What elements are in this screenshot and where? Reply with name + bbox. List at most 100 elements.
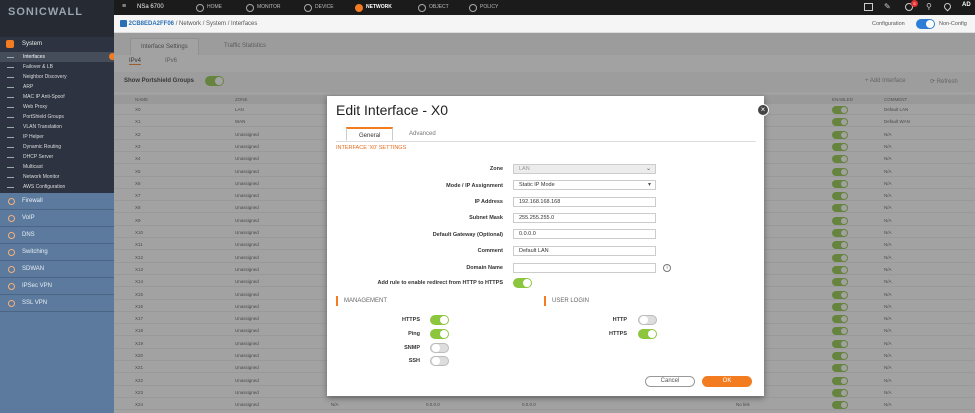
device-icon-small (120, 19, 127, 27)
mgmt-ping-label: Ping (408, 331, 420, 337)
tab-network-label: NETWORK (366, 4, 392, 10)
ok-button[interactable]: OK (702, 376, 752, 387)
mgmt-https-label: HTTPS (401, 317, 420, 323)
domain-name-input[interactable] (513, 263, 656, 273)
edit-interface-dialog: Edit Interface - X0 General Advanced INT… (327, 96, 764, 396)
login-http-label: HTTP (612, 317, 627, 323)
close-icon[interactable]: × (757, 104, 769, 116)
mgmt-ssh-toggle[interactable] (430, 356, 449, 366)
tab-object-label: OBJECT (429, 4, 449, 10)
sidebar-item-voip-label: VoIP (22, 215, 35, 221)
tab-policy[interactable]: POLICY (469, 0, 498, 15)
sidebar-item-mac-ip-anti-spoof[interactable]: MAC IP Anti-Spoof (0, 92, 114, 102)
mgmt-snmp-label: SNMP (404, 345, 420, 351)
tab-network[interactable]: NETWORK (355, 0, 392, 15)
sonicwall-logo: SONICWALL (8, 6, 83, 18)
sidebar-item-web-proxy[interactable]: Web Proxy (0, 102, 114, 112)
management-group-title: MANAGEMENT (336, 296, 387, 306)
subnet-mask-label: Subnet Mask (469, 215, 503, 221)
ssl-vpn-icon (8, 300, 15, 307)
sidebar-item-switching-label: Switching (22, 249, 48, 255)
mgmt-https-toggle[interactable] (430, 315, 449, 325)
tab-object[interactable]: OBJECT (418, 0, 449, 15)
cancel-button[interactable]: Cancel (645, 376, 695, 387)
tab-device[interactable]: DEVICE (304, 0, 334, 15)
login-http-toggle[interactable] (638, 315, 657, 325)
sidebar-item-ip-helper[interactable]: IP Helper (0, 132, 114, 142)
tools-icon[interactable]: ✎ (884, 2, 891, 11)
sidebar-item-firewall[interactable]: Firewall (0, 193, 114, 210)
sdwan-icon (8, 266, 15, 273)
message-icon[interactable] (864, 3, 873, 11)
sidebar-item-voip[interactable]: VoIP (0, 210, 114, 227)
sidebar-item-switching[interactable]: Switching (0, 244, 114, 261)
mgmt-ssh-label: SSH (408, 358, 420, 364)
sidebar-item-dns-label: DNS (22, 232, 35, 238)
redirect-label: Add rule to enable redirect from HTTP to… (377, 280, 504, 286)
sidebar-item-arp[interactable]: ARP (0, 82, 114, 92)
user-avatar[interactable]: AD (962, 2, 971, 8)
mode-value: Static IP Mode (519, 182, 555, 188)
sidebar-item-sdwan-label: SDWAN (22, 266, 45, 272)
sidebar-item-firewall-label: Firewall (22, 198, 43, 204)
redirect-toggle[interactable] (513, 278, 532, 288)
logo-area: SONICWALL (0, 0, 114, 37)
mgmt-ping-toggle[interactable] (430, 329, 449, 339)
config-label: Configuration (872, 21, 905, 27)
sidebar-item-aws-configuration[interactable]: AWS Configuration (0, 182, 114, 192)
network-icon (355, 3, 363, 12)
system-icon (6, 40, 14, 48)
mode-select[interactable]: Static IP Mode ▾ (513, 180, 656, 190)
sidebar-item-ipsec-vpn[interactable]: IPSec VPN (0, 278, 114, 295)
sidebar-item-network-monitor[interactable]: Network Monitor (0, 172, 114, 182)
sidebar-item-dns[interactable]: DNS (0, 227, 114, 244)
tab-home[interactable]: HOME (196, 0, 222, 15)
comment-input[interactable]: Default LAN (513, 246, 656, 256)
login-https-toggle[interactable] (638, 329, 657, 339)
sidebar-item-vlan-translation[interactable]: VLAN Translation (0, 122, 114, 132)
user-login-group-title: USER LOGIN (544, 296, 589, 306)
monitor-icon (246, 3, 254, 12)
device-model: NSa 6700 (137, 4, 164, 10)
sidebar-item-dynamic-routing[interactable]: Dynamic Routing (0, 142, 114, 152)
breadcrumb: 2CB8EDA2FF06 / Network / System / Interf… (120, 15, 257, 33)
help-icon[interactable]: ⚲ (926, 2, 932, 11)
sidebar: System Interfaces Failover & LB Neighbor… (0, 37, 116, 413)
tab-general[interactable]: General (346, 127, 394, 141)
domain-name-label: Domain Name (466, 265, 503, 271)
breadcrumb-path: / Network / System / Interfaces (175, 21, 258, 27)
sidebar-item-ipsec-vpn-label: IPSec VPN (22, 283, 53, 289)
voip-icon (8, 215, 15, 222)
chevron-down-icon: ⌄ (645, 166, 651, 172)
breadcrumb-serial[interactable]: 2CB8EDA2FF06 (129, 21, 174, 27)
tab-policy-label: POLICY (480, 4, 499, 10)
subnet-mask-input[interactable]: 255.255.255.0 (513, 213, 656, 223)
sidebar-section-system[interactable]: System (0, 37, 114, 51)
chevron-down-icon: ▾ (647, 182, 651, 188)
sidebar-item-neighbor-discovery[interactable]: Neighbor Discovery (0, 72, 114, 82)
object-icon (418, 3, 426, 12)
zone-label: Zone (489, 166, 503, 172)
sidebar-item-interfaces[interactable]: Interfaces (0, 52, 114, 62)
location-icon[interactable] (942, 1, 953, 12)
firewall-icon (8, 198, 15, 205)
policy-icon (469, 3, 477, 12)
zone-value: LAN (519, 166, 530, 172)
top-bar: ≡ NSa 6700 HOME MONITOR DEVICE NETWORK O… (0, 0, 975, 15)
sidebar-item-failover[interactable]: Failover & LB (0, 62, 114, 72)
dialog-title: Edit Interface - X0 (336, 102, 449, 118)
sidebar-item-multicast[interactable]: Multicast (0, 162, 114, 172)
comment-label: Comment (477, 248, 503, 254)
tab-monitor[interactable]: MONITOR (246, 0, 281, 15)
sidebar-item-portshield-groups[interactable]: PortShield Groups (0, 112, 114, 122)
tab-advanced[interactable]: Advanced (397, 127, 448, 141)
sidebar-item-ssl-vpn[interactable]: SSL VPN (0, 295, 114, 312)
config-mode-toggle[interactable] (916, 19, 935, 29)
sidebar-item-sdwan[interactable]: SDWAN (0, 261, 114, 278)
sidebar-item-dhcp-server[interactable]: DHCP Server (0, 152, 114, 162)
mgmt-snmp-toggle[interactable] (430, 343, 449, 353)
menu-icon[interactable]: ≡ (122, 3, 126, 10)
ip-address-input[interactable]: 192.168.168.168 (513, 197, 656, 207)
info-icon[interactable]: i (663, 264, 671, 272)
gateway-input[interactable]: 0.0.0.0 (513, 229, 656, 239)
